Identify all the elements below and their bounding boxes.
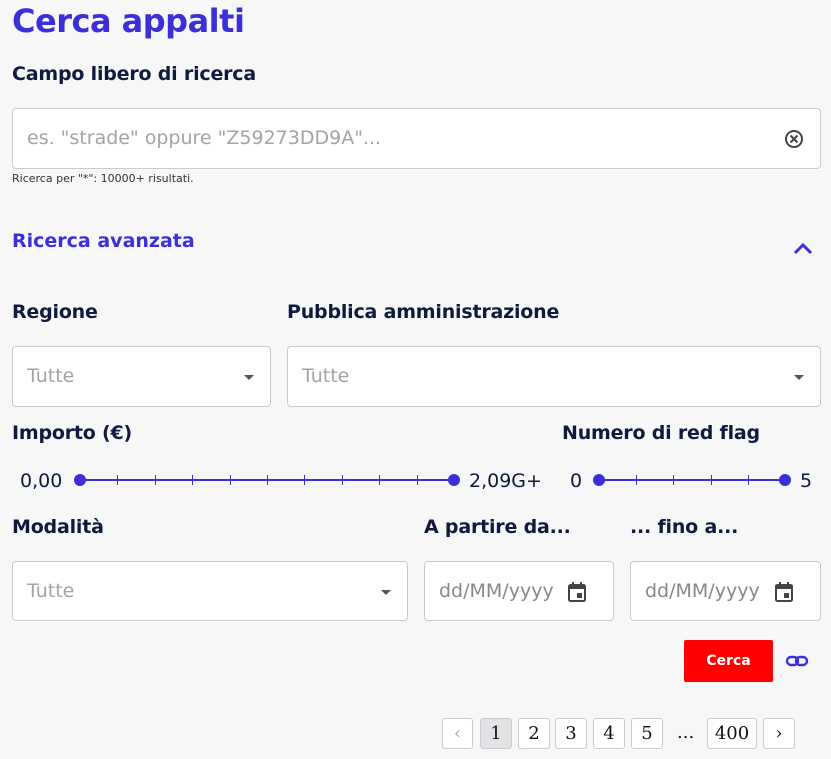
slider-tick	[192, 475, 194, 485]
importo-max-handle[interactable]	[448, 474, 460, 486]
link-icon[interactable]	[785, 650, 809, 672]
chevron-down-icon	[381, 590, 391, 595]
pagination-page-3[interactable]: 3	[555, 718, 587, 749]
redflag-min-handle[interactable]	[593, 474, 605, 486]
from-date-label: A partire da...	[424, 516, 571, 538]
importo-label: Importo (€)	[12, 422, 133, 444]
slider-tick	[267, 475, 268, 485]
from-date-input[interactable]: dd/MM/yyyy	[424, 561, 614, 621]
importo-min-handle[interactable]	[74, 474, 86, 486]
pa-select[interactable]: Tutte	[287, 346, 821, 407]
search-button[interactable]: Cerca	[684, 640, 773, 682]
chevron-down-icon	[244, 375, 254, 380]
pagination-page-1[interactable]: 1	[480, 718, 512, 749]
pagination-page-2[interactable]: 2	[518, 718, 550, 749]
modalita-select[interactable]: Tutte	[12, 561, 408, 621]
importo-min: 0,00	[20, 470, 63, 492]
slider-tick	[341, 475, 343, 485]
redflag-max: 5	[800, 470, 813, 492]
chevron-up-icon[interactable]	[792, 240, 814, 256]
pa-value: Tutte	[302, 365, 350, 387]
search-hint: Ricerca per "*": 10000+ risultati.	[12, 172, 194, 185]
pagination-prev-button[interactable]: ‹	[442, 718, 473, 749]
to-date-placeholder: dd/MM/yyyy	[645, 580, 760, 602]
slider-tick	[304, 475, 306, 485]
to-date-label: ... fino a...	[630, 516, 739, 538]
chevron-down-icon	[794, 375, 804, 380]
advanced-search-toggle[interactable]: Ricerca avanzata	[12, 230, 195, 252]
slider-tick	[154, 475, 156, 485]
redflag-max-handle[interactable]	[779, 474, 791, 486]
slider-tick	[416, 475, 418, 485]
modalita-value: Tutte	[27, 580, 75, 602]
page-title: Cerca appalti	[12, 2, 245, 40]
slider-tick	[636, 475, 638, 485]
calendar-icon[interactable]	[774, 581, 794, 603]
modalita-label: Modalità	[12, 516, 104, 538]
regione-select[interactable]: Tutte	[12, 346, 271, 407]
regione-label: Regione	[12, 301, 98, 323]
clear-icon[interactable]	[784, 129, 804, 149]
pa-label: Pubblica amministrazione	[287, 301, 560, 323]
pagination-page-4[interactable]: 4	[593, 718, 625, 749]
from-date-placeholder: dd/MM/yyyy	[439, 580, 554, 602]
slider-tick	[747, 475, 749, 485]
importo-max: 2,09G+	[469, 470, 542, 492]
regione-value: Tutte	[27, 365, 75, 387]
pagination-ellipsis: ...	[677, 722, 695, 743]
search-input[interactable]: es. "strade" oppure "Z59273DD9A"...	[12, 108, 821, 169]
calendar-icon[interactable]	[567, 581, 587, 603]
search-label: Campo libero di ricerca	[12, 63, 256, 85]
slider-tick	[710, 475, 712, 485]
slider-tick	[379, 475, 381, 485]
to-date-input[interactable]: dd/MM/yyyy	[630, 561, 821, 621]
pagination-next-button[interactable]: ›	[763, 718, 795, 749]
slider-tick	[673, 475, 675, 485]
slider-tick	[117, 475, 119, 485]
redflag-slider-track[interactable]	[599, 479, 785, 481]
redflag-min: 0	[570, 470, 583, 492]
slider-tick	[229, 475, 231, 485]
pagination-page-5[interactable]: 5	[631, 718, 663, 749]
pagination-page-last[interactable]: 400	[707, 718, 757, 749]
redflag-label: Numero di red flag	[562, 422, 760, 444]
search-placeholder: es. "strade" oppure "Z59273DD9A"...	[27, 127, 382, 149]
